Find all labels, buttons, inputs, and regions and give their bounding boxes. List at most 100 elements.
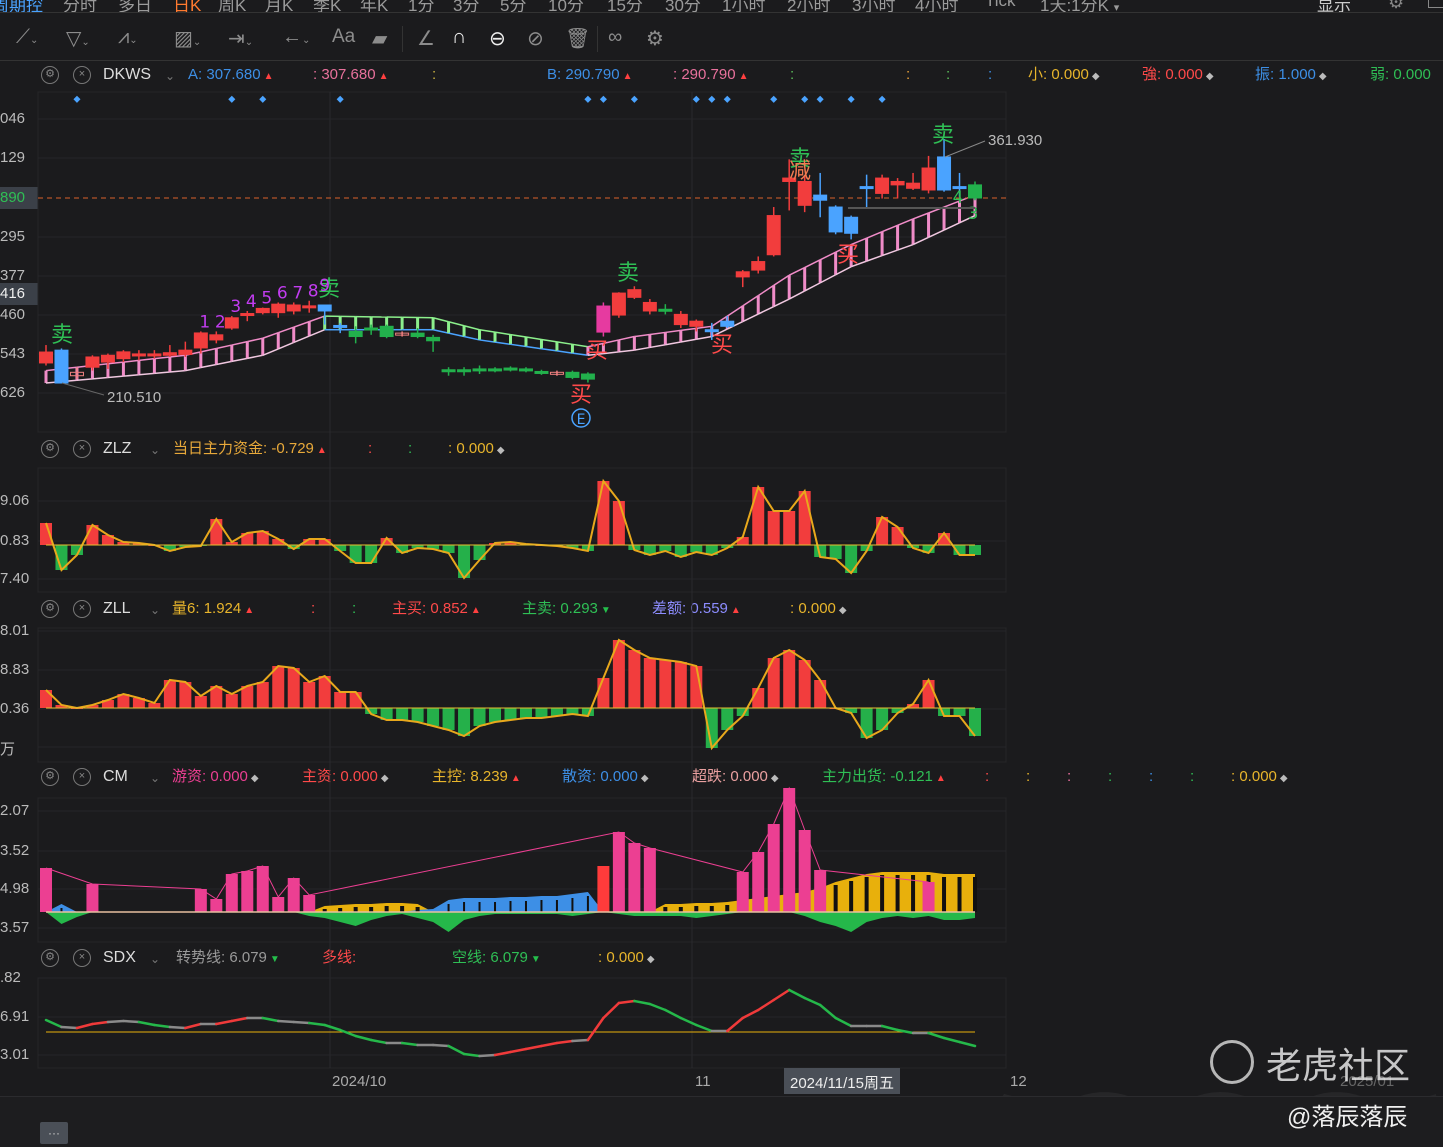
- cm-red-bar: [597, 866, 610, 912]
- zll-bar: [163, 680, 176, 708]
- more-button[interactable]: ···: [40, 1122, 68, 1144]
- band-lower-line: [293, 335, 310, 344]
- candle-body: [735, 271, 750, 278]
- band-upper-line: [618, 335, 635, 341]
- cm-pink-bar: [736, 872, 749, 912]
- sdx-line-segment: [338, 1028, 357, 1038]
- chart-canvas[interactable]: 卖卖卖卖卖减买买买买E1 23 4 5 6 7 8 943361.930210.510: [0, 0, 1443, 1147]
- candle-body: [379, 325, 394, 338]
- sdx-line-segment: [369, 1038, 388, 1045]
- signal-diamond-marker: [723, 95, 731, 103]
- band-lower-line: [247, 354, 263, 360]
- band-upper-line: [525, 336, 542, 341]
- candle-body: [518, 368, 533, 372]
- zll-bar: [922, 680, 935, 708]
- zlz-line: [45, 478, 975, 580]
- candle-body: [209, 334, 224, 341]
- candle-body: [689, 320, 704, 327]
- band-upper-line: [308, 315, 325, 323]
- candle-body: [39, 351, 53, 364]
- band-upper-line: [200, 347, 217, 353]
- zll-bar: [303, 682, 316, 708]
- count-label: 7: [292, 283, 303, 303]
- sdx-line-segment: [354, 1034, 373, 1042]
- sdx-line-segment: [927, 1031, 946, 1040]
- candle-body: [875, 177, 890, 194]
- sdx-line-segment: [942, 1036, 961, 1044]
- candle-body: [580, 373, 595, 380]
- zll-bar: [860, 708, 873, 738]
- count-label: 6: [277, 283, 288, 303]
- cm-pink-bar: [210, 899, 223, 912]
- low-price-label: 210.510: [107, 389, 161, 406]
- zll-bar: [674, 662, 687, 708]
- band-upper-line: [479, 328, 496, 333]
- band-lower-line: [556, 350, 573, 354]
- candle-body: [704, 329, 719, 333]
- signal-diamond-marker: [73, 95, 81, 103]
- band-lower-line: [92, 376, 109, 380]
- cm-yellow-stripe: [895, 875, 900, 912]
- candle-body: [658, 308, 673, 312]
- band-upper-line: [154, 356, 170, 360]
- candle-body: [85, 356, 100, 368]
- zll-bar: [334, 692, 347, 708]
- zlz-bar: [210, 519, 223, 545]
- zlz-bar: [876, 517, 889, 545]
- zll-bar: [489, 708, 502, 722]
- band-upper-line: [277, 326, 294, 334]
- band-upper-line: [494, 331, 511, 336]
- cm-pink-bar: [225, 874, 238, 912]
- candle-body: [271, 303, 286, 314]
- zlz-bar: [798, 491, 811, 545]
- band-lower-line: [696, 335, 712, 340]
- sdx-line-segment: [648, 1002, 667, 1012]
- sdx-line-segment: [756, 998, 775, 1012]
- zll-bar: [427, 708, 440, 726]
- zll-bar: [194, 696, 207, 708]
- sdx-line-segment: [184, 1022, 203, 1030]
- zll-bar: [643, 658, 656, 708]
- time-navigator[interactable]: [0, 1096, 1443, 1147]
- band-lower-line: [866, 254, 883, 262]
- sdx-line-segment: [834, 1016, 853, 1028]
- sdx-line-segment: [307, 1021, 326, 1027]
- signal-event-label: E: [577, 412, 586, 428]
- signal-diamond-marker: [708, 95, 716, 103]
- cm-yellow-stripe: [709, 906, 714, 912]
- band-upper-line: [665, 329, 681, 334]
- candle-body: [828, 206, 843, 233]
- candle-body: [720, 320, 735, 327]
- band-lower-line: [479, 339, 496, 343]
- signal-buy-label: 买: [711, 333, 733, 358]
- sdx-line-segment: [726, 1016, 744, 1033]
- cm-blue-stripe: [509, 901, 512, 912]
- signal-diamond-marker: [228, 95, 236, 103]
- pane-frame: [37, 467, 1007, 593]
- sdx-line-segment: [958, 1040, 977, 1048]
- candle-body: [611, 292, 626, 316]
- band-upper-line: [463, 325, 480, 331]
- count-label: 5: [261, 289, 272, 309]
- band-lower-line: [649, 343, 666, 349]
- candle-body: [193, 332, 208, 349]
- candle-body: [503, 367, 518, 371]
- signal-diamond-marker: [801, 95, 809, 103]
- cm-pink-bar: [783, 788, 796, 912]
- cm-pink-bar: [241, 871, 254, 912]
- candle-body: [147, 353, 162, 357]
- sdx-line-segment: [292, 1020, 311, 1025]
- x-label: 2024/10: [332, 1073, 387, 1090]
- zll-bar: [411, 708, 424, 722]
- candle-body: [178, 349, 193, 355]
- cm-yellow-stripe: [694, 906, 699, 912]
- sdx-line-segment: [633, 999, 652, 1006]
- candle-body: [844, 216, 859, 234]
- band-lower-line: [185, 366, 201, 372]
- sdx-line-segment: [478, 1053, 497, 1058]
- signal-sell-label: 卖: [932, 123, 954, 148]
- cm-pink-bar: [86, 884, 99, 912]
- zll-bar: [597, 678, 610, 708]
- count-label: 2: [215, 312, 226, 332]
- zll-bar: [752, 688, 765, 708]
